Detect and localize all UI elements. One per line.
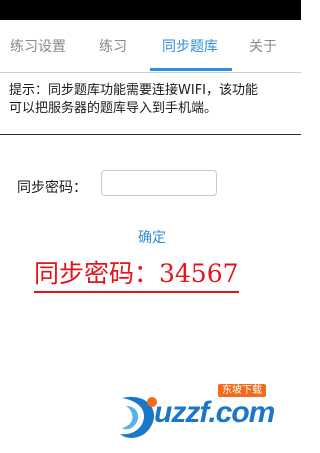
tab-practice-settings[interactable]: 练习设置 [10, 36, 66, 56]
tab-bar: 练习设置 练习 同步题库 关于 [0, 20, 301, 73]
sync-password-label: 同步密码： [17, 180, 87, 196]
tab-practice[interactable]: 练习 [99, 36, 127, 56]
active-tab-indicator [150, 68, 232, 71]
tab-about[interactable]: 关于 [249, 36, 277, 56]
hint-line-1: 提示：同步题库功能需要连接WIFI，该功能 [9, 83, 258, 98]
sync-password-input[interactable] [101, 170, 217, 196]
hint-text: 提示：同步题库功能需要连接WIFI，该功能 可以把服务器的题库导入到手机端。 [9, 82, 297, 118]
hint-line-2: 可以把服务器的题库导入到手机端。 [9, 101, 218, 116]
watermark: 东坡下载 uzzf.com [116, 384, 298, 444]
password-annotation: 同步密码：34567 [34, 258, 239, 293]
divider [0, 134, 301, 135]
watermark-text: uzzf.com [154, 396, 275, 429]
status-bar [0, 0, 301, 20]
tab-sync-question-bank[interactable]: 同步题库 [162, 36, 218, 56]
confirm-button[interactable]: 确定 [124, 226, 180, 248]
